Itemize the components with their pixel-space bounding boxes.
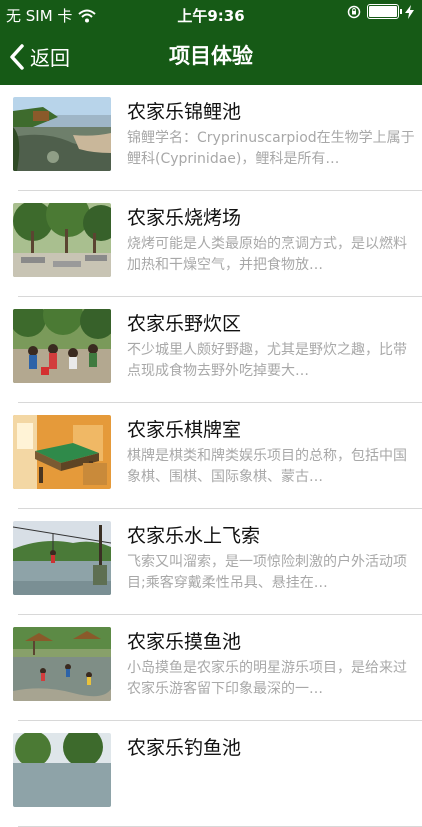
item-desc: 不少城里人颇好野趣，尤其是野炊之趣，比带点现成食物去野外吃掉要大… (127, 342, 407, 379)
item-desc: 小岛摸鱼是农家乐的明星游乐项目，是给来过农家乐游客留下印象最深的一… (127, 660, 407, 697)
zipline-photo (13, 521, 111, 595)
item-title: 农家乐野炊区 (127, 313, 242, 335)
fishing-pond-photo (13, 733, 111, 807)
item-title: 农家乐锦鲤池 (127, 101, 242, 123)
nav-bar: 返回 项目体验 (0, 28, 422, 85)
koi-pond-photo (13, 97, 111, 171)
card-room-photo (13, 415, 111, 489)
list-item[interactable]: 农家乐棋牌室 棋牌是棋类和牌类娱乐项目的总称，包括中国象棋、围棋、国际象棋、蒙古… (13, 403, 422, 509)
item-title: 农家乐烧烤场 (127, 207, 242, 229)
item-desc: 飞索又叫溜索，是一项惊险刺激的户外活动项目;乘客穿戴柔性吊具、悬挂在… (127, 554, 407, 591)
item-desc: 锦鲤学名：Cryprinuscarpiod在生物学上属于鲤科(Cyprinida… (127, 130, 415, 167)
project-list: 农家乐锦鲤池 锦鲤学名：Cryprinuscarpiod在生物学上属于鲤科(Cy… (0, 85, 422, 827)
list-item[interactable]: 农家乐水上飞索 飞索又叫溜索，是一项惊险刺激的户外活动项目;乘客穿戴柔性吊具、悬… (13, 509, 422, 615)
charging-icon (405, 4, 414, 19)
picnic-area-photo (13, 309, 111, 383)
status-right (347, 4, 414, 19)
back-label: 返回 (30, 46, 70, 70)
item-desc: 棋牌是棋类和牌类娱乐项目的总称，包括中国象棋、围棋、国际象棋、蒙古… (127, 448, 407, 485)
back-button[interactable]: 返回 (8, 28, 70, 85)
list-item[interactable]: 农家乐烧烤场 烧烤可能是人类最原始的烹调方式，是以燃料加热和干燥空气，并把食物放… (13, 191, 422, 297)
list-item[interactable]: 农家乐摸鱼池 小岛摸鱼是农家乐的明星游乐项目，是给来过农家乐游客留下印象最深的一… (13, 615, 422, 721)
orientation-lock-icon (347, 5, 361, 18)
list-item[interactable]: 农家乐锦鲤池 锦鲤学名：Cryprinuscarpiod在生物学上属于鲤科(Cy… (13, 85, 422, 191)
battery-fill (369, 6, 397, 17)
item-title: 农家乐棋牌室 (127, 419, 242, 441)
list-item[interactable]: 农家乐钓鱼池 (13, 721, 422, 827)
chevron-left-icon (10, 43, 24, 70)
list-item[interactable]: 农家乐野炊区 不少城里人颇好野趣，尤其是野炊之趣，比带点现成食物去野外吃掉要大… (13, 297, 422, 403)
item-title: 农家乐摸鱼池 (127, 631, 242, 653)
fishing-by-hand-photo (13, 627, 111, 701)
battery-icon (367, 4, 402, 19)
bbq-area-photo (13, 203, 111, 277)
item-title: 农家乐钓鱼池 (127, 737, 242, 759)
item-title: 农家乐水上飞索 (127, 525, 261, 547)
status-bar: 无 SIM 卡 上午9:36 (0, 0, 422, 28)
item-desc (127, 764, 415, 806)
item-desc: 烧烤可能是人类最原始的烹调方式，是以燃料加热和干燥空气，并把食物放… (127, 236, 407, 273)
battery-tip (400, 9, 402, 14)
